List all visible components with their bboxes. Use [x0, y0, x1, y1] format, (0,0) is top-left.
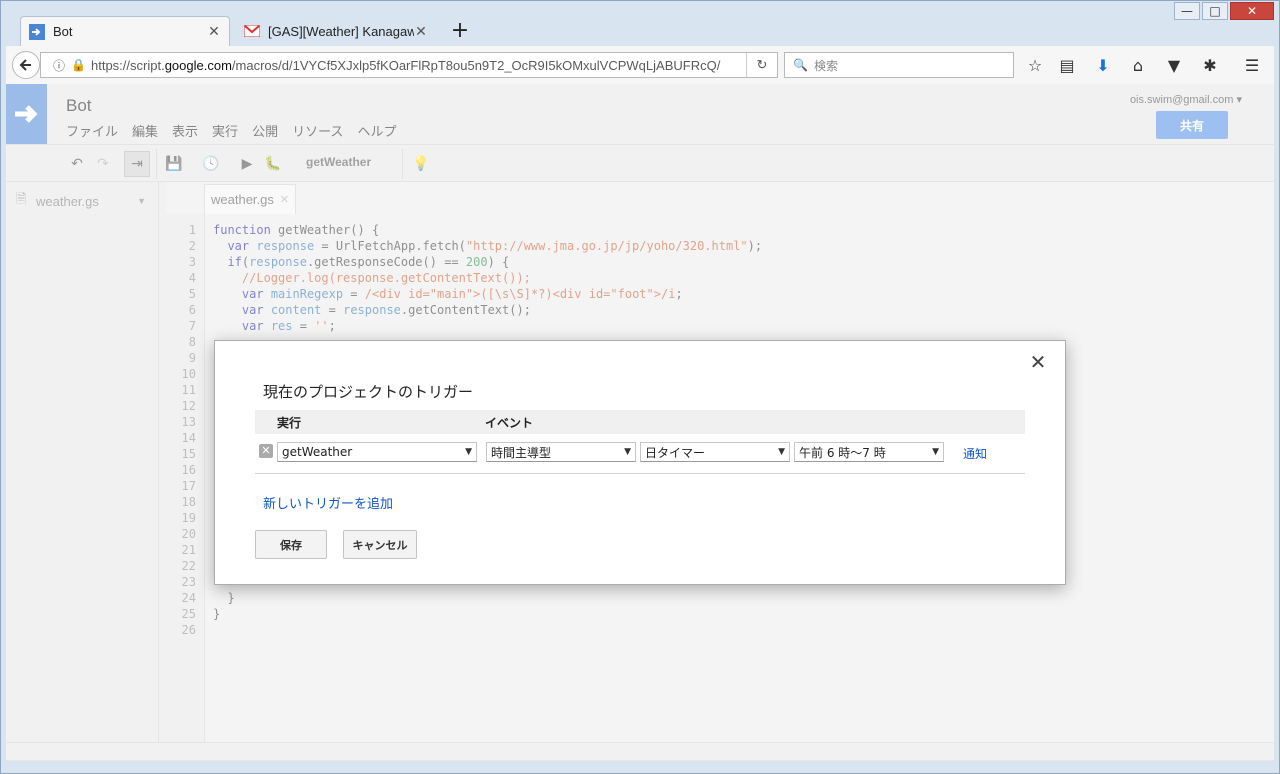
close-window-icon[interactable]: ✕ [1230, 2, 1274, 20]
reading-list-icon[interactable]: ▤ [1056, 54, 1078, 76]
save-button[interactable]: 保存 [255, 530, 327, 559]
new-tab-icon[interactable]: + [448, 18, 472, 44]
tab-bot[interactable]: Bot ✕ [20, 16, 230, 46]
tab-label: Bot [53, 24, 73, 39]
function-dropdown[interactable]: getWeather ▼ [277, 442, 477, 462]
extension-icon[interactable]: ✱ [1199, 54, 1221, 76]
tab-label: [GAS][Weather] Kanagaw [268, 23, 414, 39]
dropdown-arrow-icon: ▼ [465, 447, 472, 457]
url-text[interactable]: https://script.google.com/macros/d/1VYCf… [91, 58, 746, 73]
gmail-icon [244, 23, 260, 39]
timer-type-dropdown[interactable]: 日タイマー ▼ [640, 442, 790, 462]
column-header-event: イベント [485, 416, 534, 430]
cancel-button[interactable]: キャンセル [343, 530, 417, 559]
download-icon[interactable]: ⬇ [1092, 54, 1114, 76]
apps-script-favicon-icon [29, 23, 45, 40]
tab-gas-weather[interactable]: [GAS][Weather] Kanagaw ✕ [236, 16, 436, 46]
minimize-icon[interactable]: — [1174, 2, 1200, 20]
search-input[interactable]: 🔍 検索 [784, 52, 1014, 78]
back-button[interactable] [12, 51, 40, 79]
home-icon[interactable]: ⌂ [1127, 54, 1149, 76]
dropdown-arrow-icon: ▼ [624, 447, 631, 457]
triggers-dialog: ✕ 現在のプロジェクトのトリガー 実行 イベント ✕ getWeather ▼ 時… [214, 340, 1066, 585]
info-icon[interactable]: ⓘ [53, 57, 71, 74]
delete-trigger-icon[interactable]: ✕ [259, 444, 273, 458]
notify-link[interactable]: 通知 [963, 445, 987, 462]
navigation-bar: ⓘ 🔒 https://script.google.com/macros/d/1… [6, 46, 1274, 85]
reload-icon[interactable]: ↻ [746, 53, 777, 77]
back-arrow-icon [19, 59, 31, 71]
time-range-dropdown[interactable]: 午前 6 時〜7 時 ▼ [794, 442, 944, 462]
event-source-dropdown[interactable]: 時間主導型 ▼ [486, 442, 636, 462]
menu-hamburger-icon[interactable]: ☰ [1241, 54, 1263, 76]
tab-close-icon[interactable]: ✕ [414, 23, 428, 40]
dropdown-arrow-icon: ▼ [932, 447, 939, 457]
add-trigger-link[interactable]: 新しいトリガーを追加 [263, 493, 393, 512]
window-controls: — □ ✕ [1172, 2, 1274, 20]
column-header-exec: 実行 [277, 416, 302, 430]
search-icon: 🔍 [793, 58, 808, 72]
search-placeholder: 検索 [813, 58, 838, 73]
tab-close-icon[interactable]: ✕ [207, 23, 221, 40]
dialog-title: 現在のプロジェクトのトリガー [263, 383, 474, 401]
pocket-icon[interactable]: ▼ [1163, 54, 1185, 76]
maximize-icon[interactable]: □ [1202, 2, 1228, 20]
divider [255, 473, 1025, 474]
dropdown-arrow-icon: ▼ [778, 447, 785, 457]
url-bar[interactable]: ⓘ 🔒 https://script.google.com/macros/d/1… [40, 52, 778, 78]
lock-icon: 🔒 [71, 58, 86, 72]
bookmark-star-icon[interactable]: ☆ [1024, 54, 1046, 76]
close-icon[interactable]: ✕ [1029, 352, 1047, 372]
trigger-table-header: 実行 イベント [255, 410, 1025, 434]
